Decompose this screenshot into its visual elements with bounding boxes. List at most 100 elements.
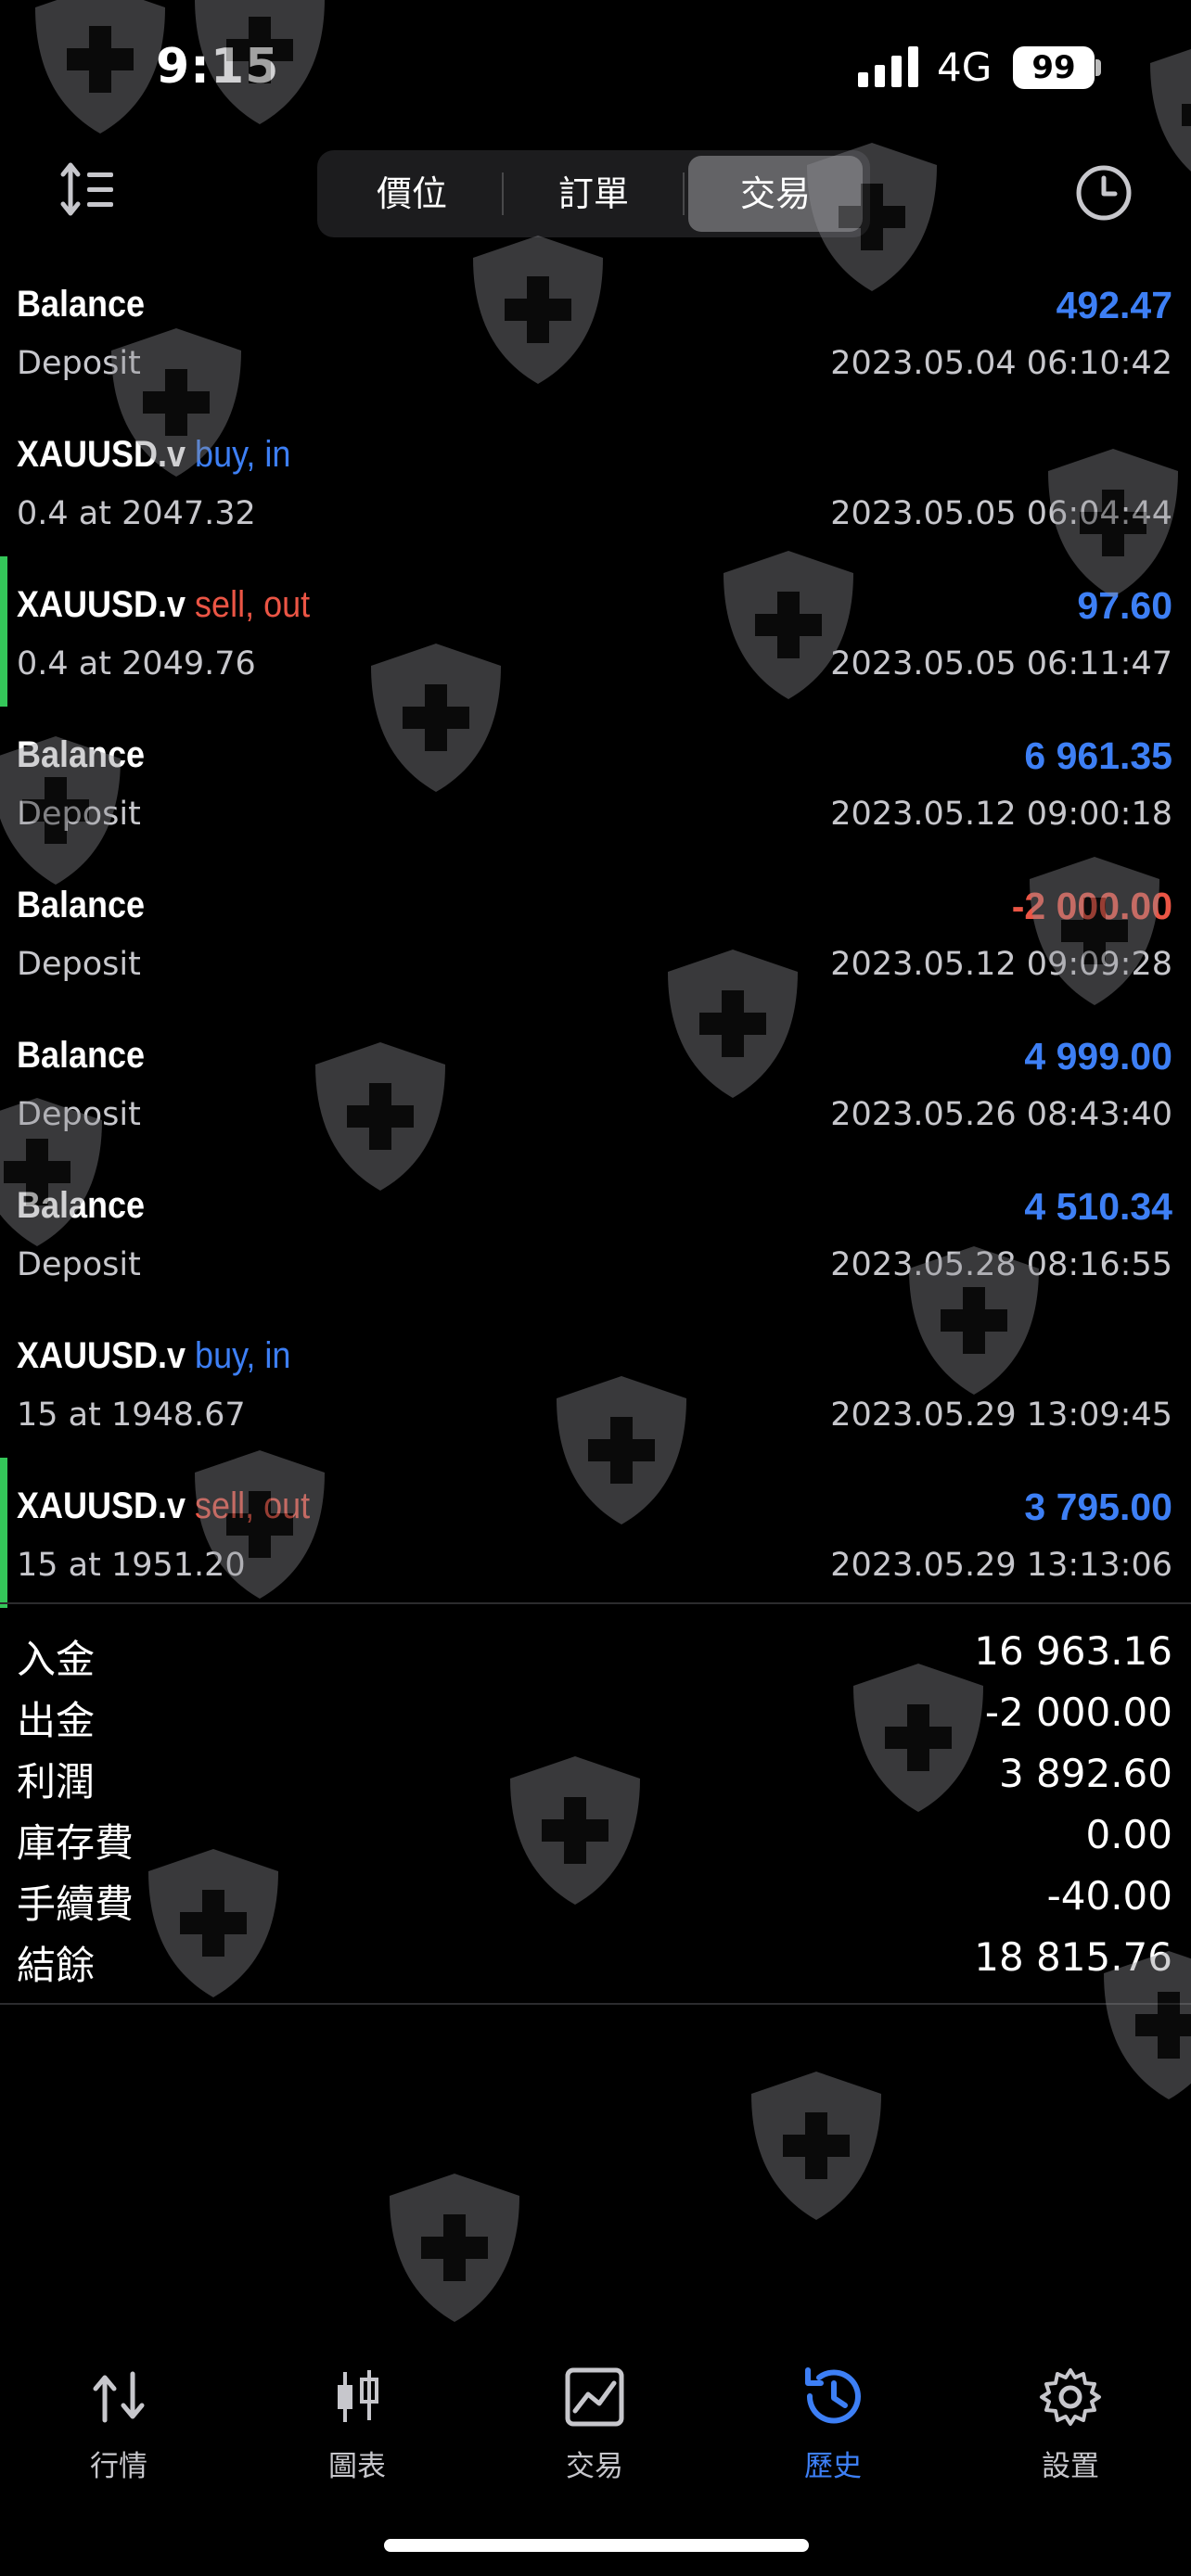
deal-symbol: Balance: [17, 885, 146, 925]
summary-divider-bottom: [0, 2003, 1191, 2005]
history-clock-icon: [805, 2367, 861, 2424]
deal-time: 2023.05.29 13:09:45: [830, 1396, 1172, 1434]
quotes-arrows-icon: [93, 2371, 145, 2423]
tab-label: 交易: [566, 2450, 623, 2483]
deal-subtitle: Deposit: [17, 1246, 141, 1283]
shield-cross-icon: [557, 1376, 686, 1524]
cellular-signal-icon: [858, 46, 918, 87]
tab-label: 設置: [1042, 2450, 1099, 2483]
summary-label: 庫存費: [17, 1820, 134, 1866]
deal-symbol: XAUUSD.v: [17, 1486, 186, 1526]
summary-value: 0.00: [1085, 1812, 1172, 1857]
deal-subtitle: 0.4 at 2049.76: [17, 645, 256, 682]
deal-row[interactable]: BalanceDeposit-2 000.002023.05.12 09:09:…: [0, 857, 1191, 1007]
clock-icon[interactable]: [1074, 163, 1133, 223]
summary-row: 入金 16 963.16: [0, 1621, 1191, 1682]
shield-cross-icon: [909, 1246, 1039, 1395]
summary-value: -40.00: [1046, 1873, 1172, 1919]
deal-amount: 6 961.35: [1024, 734, 1172, 777]
deal-amount: 4 510.34: [1024, 1185, 1172, 1228]
tab-quotes-arrows[interactable]: 行情: [35, 2365, 202, 2485]
shield-cross-icon: [1104, 1951, 1191, 2099]
shield-cross-icon: [473, 236, 603, 384]
tab-label: 歷史: [804, 2450, 862, 2483]
shield-cross-icon: [510, 1756, 640, 1905]
shield-cross-icon: [1030, 857, 1159, 1005]
deal-title: XAUUSD.v sell, out: [17, 584, 310, 626]
tab-settings-gear[interactable]: 設置: [987, 2365, 1154, 2485]
sort-icon[interactable]: [58, 159, 117, 219]
network-type: 4G: [937, 45, 992, 90]
shield-cross-icon: [390, 2174, 519, 2322]
summary-label: 入金: [17, 1637, 96, 1682]
shield-cross-icon: [1048, 449, 1178, 597]
shield-cross-icon: [315, 1042, 445, 1191]
deal-symbol: XAUUSD.v: [17, 584, 186, 625]
deal-time: 2023.05.29 13:13:06: [830, 1547, 1172, 1584]
home-indicator[interactable]: [384, 2539, 809, 2552]
deal-title: Balance: [17, 284, 145, 325]
tab-label: 圖表: [328, 2450, 386, 2483]
shield-cross-icon: [1150, 48, 1191, 172]
segment-divider: [683, 172, 685, 215]
shield-cross-icon: [148, 1849, 278, 1997]
deal-symbol: XAUUSD.v: [17, 1335, 186, 1376]
shield-cross-icon: [0, 1098, 102, 1246]
deal-subtitle: 15 at 1948.67: [17, 1396, 246, 1434]
shield-cross-icon: [724, 551, 853, 699]
trade-chart-icon: [565, 2367, 624, 2427]
deal-time: 2023.05.26 08:43:40: [830, 1096, 1172, 1133]
summary-divider-top: [0, 1602, 1191, 1604]
closed-position-marker: [0, 1458, 7, 1608]
deal-action: sell, out: [195, 584, 311, 625]
summary-value: 16 963.16: [974, 1628, 1172, 1674]
deal-time: 2023.05.12 09:00:18: [830, 796, 1172, 833]
shield-cross-icon: [195, 1450, 325, 1599]
segment-orders[interactable]: 訂單: [506, 156, 681, 232]
deal-time: 2023.05.05 06:11:47: [830, 645, 1172, 682]
shield-cross-icon: [195, 0, 325, 124]
summary-label: 手續費: [17, 1881, 134, 1927]
deal-symbol: Balance: [17, 1035, 146, 1076]
segment-prices[interactable]: 價位: [325, 156, 499, 232]
summary-label: 出金: [17, 1698, 96, 1743]
summary-value: 3 892.60: [998, 1751, 1172, 1796]
deal-symbol: Balance: [17, 284, 146, 325]
shield-cross-icon: [0, 736, 121, 885]
shield-cross-icon: [371, 644, 501, 792]
shield-cross-icon: [111, 328, 241, 477]
shield-cross-icon: [35, 0, 165, 134]
segment-control: 價位 訂單 交易: [317, 150, 870, 237]
settings-gear-icon: [1040, 2368, 1101, 2426]
battery-cap: [1095, 59, 1101, 76]
battery-icon: 99: [1013, 46, 1095, 89]
shield-cross-icon: [751, 2072, 881, 2220]
segment-divider: [502, 172, 504, 215]
deal-subtitle: Deposit: [17, 946, 141, 983]
deal-subtitle: 0.4 at 2047.32: [17, 495, 256, 532]
deal-title: XAUUSD.v buy, in: [17, 1335, 290, 1377]
summary-label: 利潤: [17, 1759, 96, 1804]
deal-row[interactable]: BalanceDeposit4 999.002023.05.26 08:43:4…: [0, 1007, 1191, 1157]
summary-value: -2 000.00: [984, 1690, 1172, 1735]
deal-amount: 4 999.00: [1024, 1035, 1172, 1078]
deal-action: buy, in: [195, 1335, 291, 1376]
shield-cross-icon: [807, 143, 937, 291]
shield-cross-icon: [853, 1664, 983, 1812]
summary-label: 結餘: [17, 1943, 96, 1988]
tab-trade-chart[interactable]: 交易: [511, 2365, 678, 2485]
chart-candles-icon: [338, 2370, 378, 2422]
deal-amount: 492.47: [1056, 284, 1172, 326]
tab-label: 行情: [90, 2450, 147, 2483]
deal-amount: 3 795.00: [1024, 1486, 1172, 1528]
deal-row[interactable]: XAUUSD.v sell, out 0.4 at 2049.76 97.60 202…: [0, 556, 1191, 707]
shield-cross-icon: [668, 950, 798, 1098]
summary-row: 出金 -2 000.00: [0, 1682, 1191, 1743]
deal-time: 2023.05.04 06:10:42: [830, 345, 1172, 382]
closed-position-marker: [0, 556, 7, 707]
deal-row[interactable]: BalanceDeposit6 961.352023.05.12 09:00:1…: [0, 707, 1191, 857]
tab-chart-candles[interactable]: 圖表: [274, 2365, 441, 2485]
deal-title: Balance: [17, 1035, 145, 1077]
tab-history-clock[interactable]: 歷史: [749, 2365, 916, 2485]
deal-title: Balance: [17, 885, 145, 926]
